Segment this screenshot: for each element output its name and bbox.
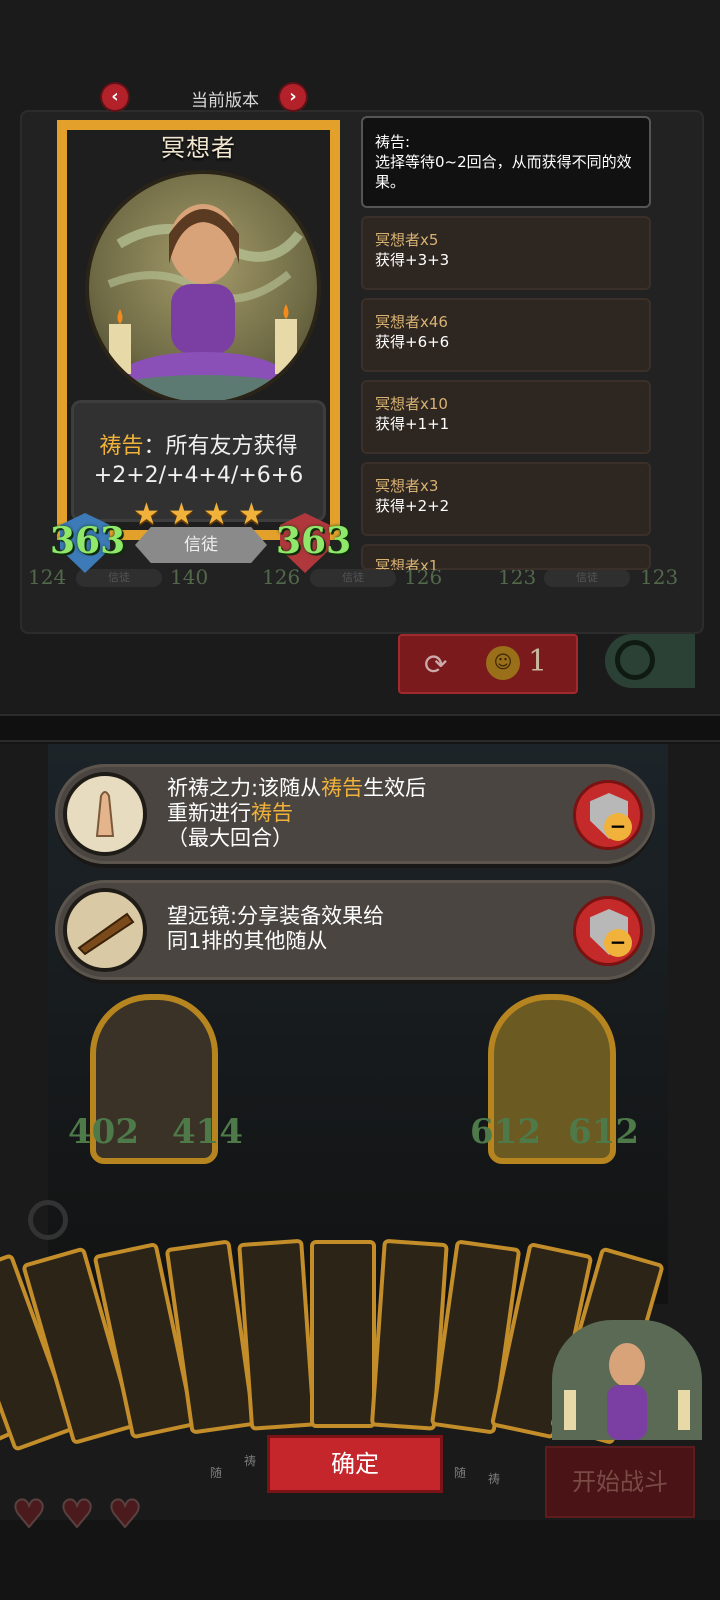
keyword-description: 祷告: 选择等待0~2回合，从而获得不同的效果。 [361,116,651,208]
ability-values: +2+2/+4+4/+6+6 [93,463,304,488]
hand-card[interactable] [310,1240,376,1428]
variant-effect: 获得+3+3 [375,251,450,269]
minion-attack: 402 [68,1112,139,1152]
equipment-text-part: 生效后 [363,776,427,800]
equipment-item: 祈祷之力:该随从祷告生效后 重新进行祷告 （最大回合） − [55,764,655,864]
variant-effect: 获得+1+1 [375,415,450,433]
heart-icon: ♥ [11,1491,47,1537]
card-name: 冥想者 [161,134,236,162]
minus-icon: − [604,813,632,841]
ability-keyword: 祷告 [99,434,144,459]
variant-name: 冥想者x10 [375,395,448,413]
variant-item[interactable]: 冥想者x46 获得+6+6 [361,298,651,372]
equipment-text: 望远镜:分享装备效果给 同1排的其他随从 [167,904,567,954]
equipment-text-part: 望远镜:分享装备效果给 [167,904,385,928]
meditator-figure-icon [107,204,303,402]
heart-icon: ♥ [107,1491,143,1537]
card-detail-panel: 124 信徒 140 126 信徒 126 123 信徒 123 ‹ 当前版本 … [0,0,720,730]
search-icon [615,640,655,680]
variant-name: 冥想者x46 [375,313,448,331]
minion-health: 612 [568,1112,639,1152]
remove-equipment-button[interactable]: − [573,896,643,966]
card-type: 信徒 [135,527,267,563]
variant-name: 冥想者x1 [375,557,439,570]
hand-card-label: 祷 [488,1472,501,1486]
praying-hands-icon [63,772,147,856]
equipment-text-part: （最大回合） [167,826,293,850]
hand-card-label: 祷 [244,1454,257,1468]
star-icon: ★ [168,497,195,532]
card-attack: 363 [50,520,126,562]
start-battle-button[interactable]: 开始战斗 [545,1446,695,1518]
refresh-icon: ⟳ [424,648,448,681]
hand-card-label: 随 [210,1466,223,1480]
minion-health: 414 [172,1112,243,1152]
description-text: 选择等待0~2回合，从而获得不同的效果。 [375,153,632,191]
variant-item[interactable]: 冥想者x1 [361,544,651,570]
equipment-text: 祈祷之力:该随从祷告生效后 重新进行祷告 （最大回合） [167,776,567,851]
remove-equipment-button[interactable]: − [573,780,643,850]
telescope-icon [63,888,147,972]
equipment-name: 祈祷之力:该随从 [167,776,322,800]
equipment-text-part: 重新进行 [167,801,251,825]
coin-icon: ☺ [486,646,520,680]
variant-effect: 获得+2+2 [375,497,450,515]
meditator-portrait [85,170,321,406]
meditator-figure-icon [564,1343,690,1440]
prev-version-button[interactable]: ‹ [102,84,128,110]
card-health: 363 [276,520,352,562]
heart-icon: ♥ [59,1491,95,1537]
card-ability-text: 祷告：所有友方获得 +2+2/+4+4/+6+6 [71,432,326,490]
selected-minion-preview[interactable] [552,1320,702,1440]
ability-rest: ：所有友方获得 [143,434,298,459]
magnifier-icon[interactable] [28,1200,68,1240]
equipment-keyword: 祷告 [251,801,293,825]
minion-attack: 612 [470,1112,541,1152]
featured-card: 冥想者 ★ ★ ★ ★ 祷告：所有友方获得 +2+2/+4+4/+6+6 [57,120,340,582]
equipment-item: 望远镜:分享装备效果给 同1排的其他随从 − [55,880,655,980]
variant-item[interactable]: 冥想者x5 获得+3+3 [361,216,651,290]
description-title: 祷告: [375,133,411,151]
hand-card-label: 随 [454,1466,467,1480]
variant-name: 冥想者x5 [375,231,439,249]
variant-effect: 获得+6+6 [375,333,450,351]
variant-name: 冥想者x3 [375,477,439,495]
star-icon: ★ [133,497,160,532]
bg-card-3-type: 信徒 [544,569,630,587]
version-label: 当前版本 [191,91,259,111]
reroll-button[interactable]: ⟳ ☺ 1 [398,634,578,694]
equipment-text-part: 同1排的其他随从 [167,929,328,953]
confirm-button[interactable]: 确定 [270,1438,440,1490]
next-version-button[interactable]: › [280,84,306,110]
star-icon: ★ [238,497,265,532]
equipment-keyword: 祷告 [321,776,364,800]
variant-item[interactable]: 冥想者x10 获得+1+1 [361,380,651,454]
star-icon: ★ [203,497,230,532]
search-button[interactable] [605,634,695,688]
hand-card[interactable] [237,1238,317,1431]
reroll-cost: 1 [528,644,548,679]
variant-item[interactable]: 冥想者x3 获得+2+2 [361,462,651,536]
star-rating: ★ ★ ★ ★ [129,500,269,530]
panel-divider [0,714,720,742]
minus-icon: − [604,929,632,957]
